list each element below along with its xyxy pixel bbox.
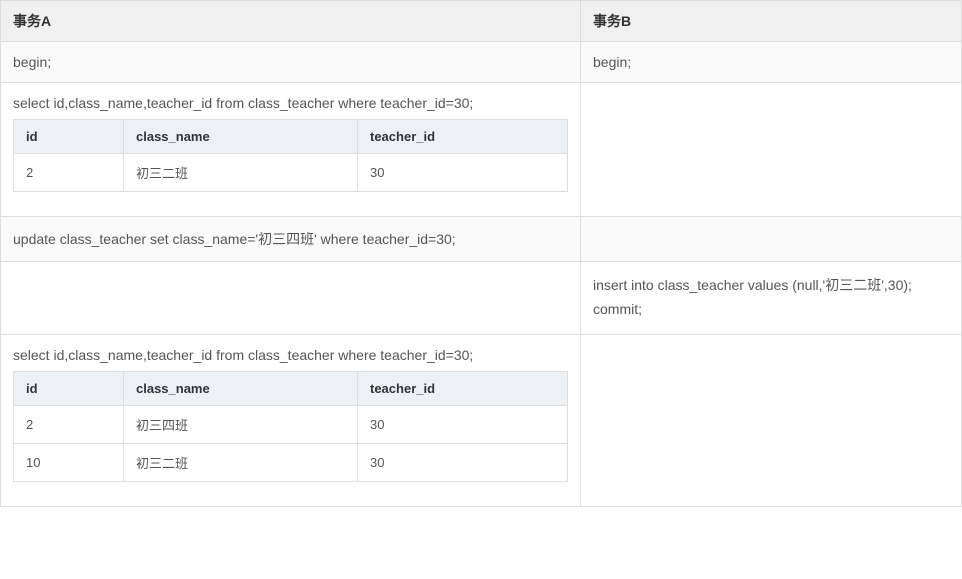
col-teacher-id: teacher_id xyxy=(358,371,568,405)
cell-a-empty xyxy=(1,262,581,335)
col-class-name: class_name xyxy=(124,120,358,154)
cell-class-name: 初三四班 xyxy=(124,405,358,443)
cell-a-select1: select id,class_name,teacher_id from cla… xyxy=(1,83,581,217)
cell-b-insert: insert into class_teacher values (null,'… xyxy=(581,262,962,335)
sql-insert: insert into class_teacher values (null,'… xyxy=(593,274,949,298)
cell-b-begin: begin; xyxy=(581,42,962,83)
cell-class-name: 初三二班 xyxy=(124,154,358,192)
header-transaction-b: 事务B xyxy=(581,1,962,42)
cell-b-empty xyxy=(581,217,962,262)
cell-b-empty xyxy=(581,83,962,217)
col-class-name: class_name xyxy=(124,371,358,405)
col-id: id xyxy=(14,120,124,154)
table-row: select id,class_name,teacher_id from cla… xyxy=(1,83,962,217)
col-id: id xyxy=(14,371,124,405)
header-transaction-a: 事务A xyxy=(1,1,581,42)
cell-teacher-id: 30 xyxy=(358,154,568,192)
cell-class-name: 初三二班 xyxy=(124,443,358,481)
cell-id: 10 xyxy=(14,443,124,481)
result-row: 2 初三二班 30 xyxy=(14,154,568,192)
sql-statement: select id,class_name,teacher_id from cla… xyxy=(13,347,568,363)
sql-commit: commit; xyxy=(593,298,949,322)
table-row: select id,class_name,teacher_id from cla… xyxy=(1,334,962,506)
sql-statement: select id,class_name,teacher_id from cla… xyxy=(13,95,568,111)
query-result-table: id class_name teacher_id 2 初三四班 30 10 xyxy=(13,371,568,482)
table-row: insert into class_teacher values (null,'… xyxy=(1,262,962,335)
result-row: 2 初三四班 30 xyxy=(14,405,568,443)
cell-a-begin: begin; xyxy=(1,42,581,83)
col-teacher-id: teacher_id xyxy=(358,120,568,154)
result-row: 10 初三二班 30 xyxy=(14,443,568,481)
table-row: begin; begin; xyxy=(1,42,962,83)
cell-id: 2 xyxy=(14,405,124,443)
cell-teacher-id: 30 xyxy=(358,405,568,443)
cell-a-update: update class_teacher set class_name='初三四… xyxy=(1,217,581,262)
table-row: update class_teacher set class_name='初三四… xyxy=(1,217,962,262)
transaction-comparison-table: 事务A 事务B begin; begin; select id,class_na… xyxy=(0,0,962,507)
cell-id: 2 xyxy=(14,154,124,192)
query-result-table: id class_name teacher_id 2 初三二班 30 xyxy=(13,119,568,192)
cell-b-empty xyxy=(581,334,962,506)
cell-teacher-id: 30 xyxy=(358,443,568,481)
cell-a-select2: select id,class_name,teacher_id from cla… xyxy=(1,334,581,506)
